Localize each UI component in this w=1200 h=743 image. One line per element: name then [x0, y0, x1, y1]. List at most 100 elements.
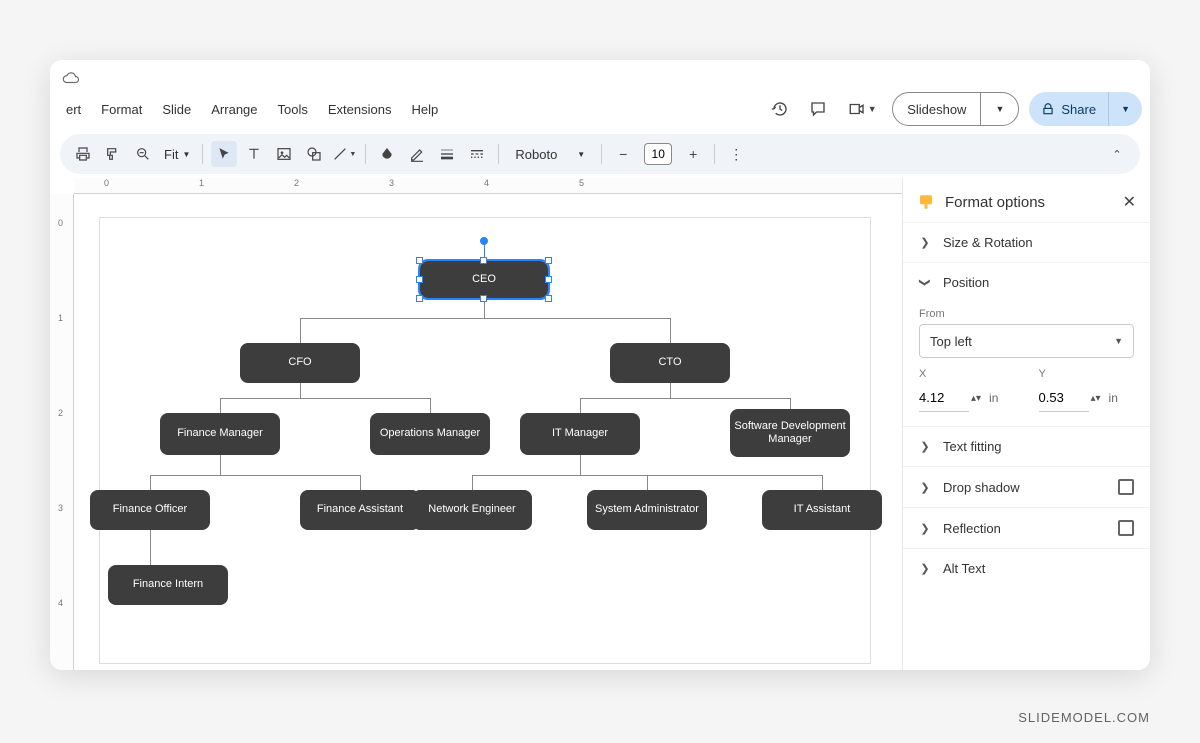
menu-insert[interactable]: ert — [58, 98, 89, 121]
more-tools-icon[interactable]: ⋮ — [723, 141, 749, 167]
separator — [202, 144, 203, 164]
section-size-rotation[interactable]: ❯ Size & Rotation — [903, 222, 1150, 262]
border-weight-icon[interactable] — [434, 141, 460, 167]
org-node-cto[interactable]: CTO — [610, 343, 730, 383]
section-alt-text[interactable]: ❯ Alt Text — [903, 548, 1150, 588]
share-button[interactable]: Share — [1029, 92, 1108, 126]
connector — [150, 530, 151, 565]
section-text-fitting[interactable]: ❯ Text fitting — [903, 426, 1150, 466]
chevron-right-icon: ❯ — [919, 522, 931, 535]
sel-handle[interactable] — [545, 276, 552, 283]
section-label: Position — [943, 275, 989, 290]
org-node-finintern[interactable]: Finance Intern — [108, 565, 228, 605]
fontsize-dec[interactable]: − — [610, 141, 636, 167]
watermark: SLIDEMODEL.COM — [1018, 710, 1150, 725]
connector — [220, 455, 221, 475]
sel-handle[interactable] — [480, 257, 487, 264]
menu-slide[interactable]: Slide — [154, 98, 199, 121]
from-label: From — [919, 308, 1134, 320]
slideshow-dropdown[interactable]: ▼ — [980, 93, 1018, 125]
slideshow-button[interactable]: Slideshow — [893, 93, 980, 125]
chevron-up-icon: ⌃ — [1112, 148, 1121, 161]
unit-label: in — [989, 391, 998, 405]
history-icon[interactable] — [766, 95, 794, 123]
horizontal-ruler[interactable]: 0 1 2 3 4 5 — [74, 178, 902, 194]
separator — [714, 144, 715, 164]
sel-handle[interactable] — [545, 295, 552, 302]
border-dash-icon[interactable] — [464, 141, 490, 167]
collapse-toolbar-icon[interactable]: ⌃ — [1104, 141, 1130, 167]
org-node-neteng[interactable]: Network Engineer — [412, 490, 532, 530]
section-reflection[interactable]: ❯ Reflection — [903, 507, 1150, 548]
stepper-icon[interactable]: ▴▾ — [971, 393, 981, 404]
titlebar — [50, 60, 1150, 88]
menu-extensions[interactable]: Extensions — [320, 98, 400, 121]
connector — [360, 475, 361, 490]
meet-icon[interactable]: ▼ — [842, 95, 882, 123]
menu-format[interactable]: Format — [93, 98, 150, 121]
slideshow-button-group: Slideshow ▼ — [892, 92, 1019, 126]
share-dropdown[interactable]: ▼ — [1108, 92, 1142, 126]
separator — [601, 144, 602, 164]
line-tool-icon[interactable]: ▼ — [331, 141, 357, 167]
border-color-icon[interactable] — [404, 141, 430, 167]
section-position[interactable]: ❯ Position — [903, 262, 1150, 302]
image-tool-icon[interactable] — [271, 141, 297, 167]
x-label: X — [919, 368, 1015, 380]
textbox-tool-icon[interactable] — [241, 141, 267, 167]
org-node-ceo[interactable]: CEO — [420, 261, 548, 298]
section-drop-shadow[interactable]: ❯ Drop shadow — [903, 466, 1150, 507]
chevron-down-icon: ▼ — [1114, 336, 1123, 346]
fontsize-input[interactable] — [644, 143, 672, 165]
print-icon[interactable] — [70, 141, 96, 167]
connector — [300, 318, 670, 319]
org-node-cfo[interactable]: CFO — [240, 343, 360, 383]
zoom-out-icon[interactable] — [130, 141, 156, 167]
position-from-select[interactable]: Top left ▼ — [919, 324, 1134, 358]
zoom-select[interactable]: Fit▼ — [160, 145, 194, 164]
org-node-finasst[interactable]: Finance Assistant — [300, 490, 420, 530]
x-input[interactable] — [919, 384, 969, 412]
sel-handle[interactable] — [545, 257, 552, 264]
y-input[interactable] — [1039, 384, 1089, 412]
canvas-area[interactable]: 0 1 2 3 4 5 0 1 2 3 4 — [50, 178, 902, 670]
org-node-itmgr[interactable]: IT Manager — [520, 413, 640, 455]
connector — [647, 475, 648, 490]
reflection-checkbox[interactable] — [1118, 520, 1134, 536]
slide[interactable]: CEO CFO CTO Finance Manager Operations M… — [100, 218, 870, 663]
sel-handle[interactable] — [480, 295, 487, 302]
org-node-itasst[interactable]: IT Assistant — [762, 490, 882, 530]
org-node-sysadm[interactable]: System Administrator — [587, 490, 707, 530]
section-label: Reflection — [943, 521, 1001, 536]
sel-handle[interactable] — [416, 257, 423, 264]
drop-shadow-checkbox[interactable] — [1118, 479, 1134, 495]
rotate-stem — [484, 241, 485, 257]
org-node-sdmgr[interactable]: Software Development Manager — [730, 409, 850, 457]
menu-tools[interactable]: Tools — [270, 98, 316, 121]
connector — [822, 475, 823, 490]
fontsize-inc[interactable]: + — [680, 141, 706, 167]
sel-handle[interactable] — [416, 276, 423, 283]
menu-help[interactable]: Help — [403, 98, 446, 121]
close-panel-button[interactable]: ✕ — [1123, 192, 1136, 212]
stepper-icon[interactable]: ▴▾ — [1091, 393, 1101, 404]
select-tool-icon[interactable] — [211, 141, 237, 167]
comment-icon[interactable] — [804, 95, 832, 123]
vertical-ruler[interactable]: 0 1 2 3 4 — [50, 194, 74, 670]
section-label: Drop shadow — [943, 480, 1020, 495]
shape-tool-icon[interactable] — [301, 141, 327, 167]
connector — [220, 398, 430, 399]
ruler-tick: 3 — [389, 178, 394, 188]
connector — [150, 475, 360, 476]
paint-format-icon[interactable] — [100, 141, 126, 167]
org-node-finoff[interactable]: Finance Officer — [90, 490, 210, 530]
org-node-finmgr[interactable]: Finance Manager — [160, 413, 280, 455]
org-node-opmgr[interactable]: Operations Manager — [370, 413, 490, 455]
fill-color-icon[interactable] — [374, 141, 400, 167]
lock-icon — [1041, 102, 1055, 116]
chevron-right-icon: ❯ — [919, 440, 931, 453]
menu-arrange[interactable]: Arrange — [203, 98, 265, 121]
font-select[interactable]: Roboto▼ — [507, 145, 593, 164]
sel-handle[interactable] — [416, 295, 423, 302]
share-label: Share — [1061, 102, 1096, 117]
